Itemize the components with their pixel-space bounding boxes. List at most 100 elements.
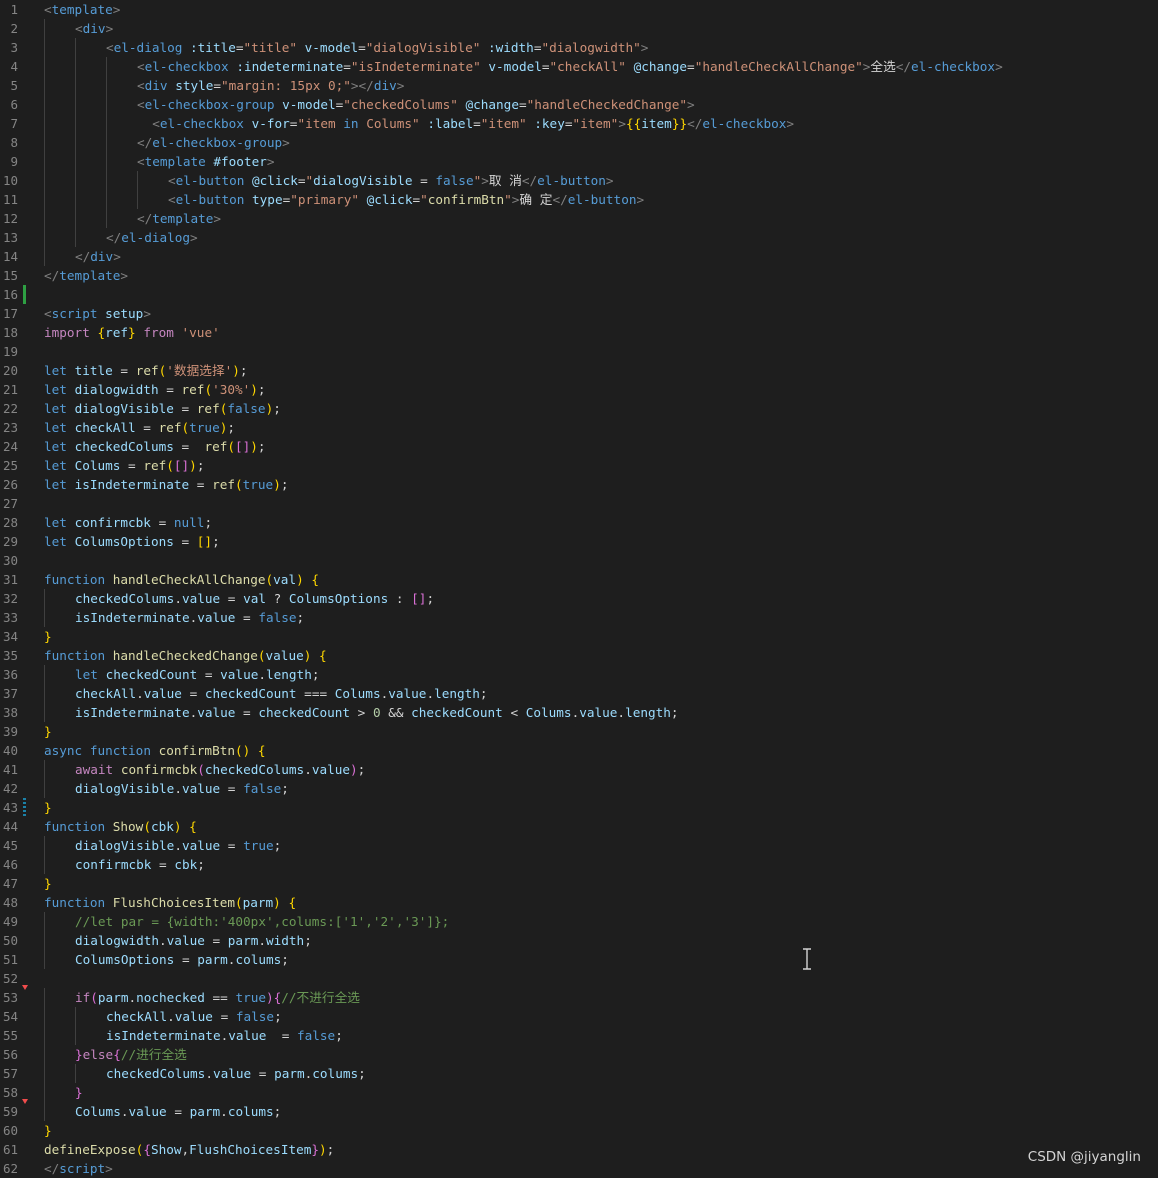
code-line[interactable]: 20 let title = ref('数据选择'); bbox=[0, 361, 1158, 380]
code-line[interactable]: 4 <el-checkbox :indeterminate="isIndeterm… bbox=[0, 57, 1158, 76]
code-line[interactable]: 16 bbox=[0, 285, 1158, 304]
code-line[interactable]: 29 let ColumsOptions = []; bbox=[0, 532, 1158, 551]
code-token: ; bbox=[296, 610, 305, 625]
code-line[interactable]: 34} bbox=[0, 627, 1158, 646]
code-line[interactable]: 39} bbox=[0, 722, 1158, 741]
code-line[interactable]: 11 <el-button type="primary" @click="conf… bbox=[0, 190, 1158, 209]
code-token: ; bbox=[304, 933, 312, 948]
code-line[interactable]: 47} bbox=[0, 874, 1158, 893]
code-token: = bbox=[220, 781, 244, 796]
code-line[interactable]: 58} bbox=[0, 1083, 1158, 1102]
code-line[interactable]: 40 async function confirmBtn() { bbox=[0, 741, 1158, 760]
code-token: Colums bbox=[525, 705, 572, 720]
code-line[interactable]: 53 if(parm.nochecked == true){//不进行全选 bbox=[0, 985, 1158, 1007]
code-line[interactable]: 30 bbox=[0, 551, 1158, 570]
code-line[interactable]: 43} bbox=[0, 798, 1158, 817]
code-line[interactable]: 46 confirmcbk = cbk; bbox=[0, 855, 1158, 874]
code-token: ref bbox=[135, 363, 159, 378]
code-line[interactable]: 57 checkedColums.value = parm.colums; bbox=[0, 1064, 1158, 1083]
code-line[interactable]: 22 let dialogVisible = ref(false); bbox=[0, 399, 1158, 418]
indent-guide bbox=[44, 665, 45, 684]
code-editor[interactable]: 1 <template> 2 <div> 3 <el-dialog :title="tit… bbox=[0, 0, 1158, 1178]
code-token: ; bbox=[273, 1104, 282, 1119]
code-line[interactable]: 8 </el-checkbox-group> bbox=[0, 133, 1158, 152]
code-line[interactable]: 54 checkAll.value = false; bbox=[0, 1007, 1158, 1026]
code-token: colums bbox=[235, 952, 282, 967]
code-token: checkedCount bbox=[411, 705, 503, 720]
code-line[interactable]: 45 dialogVisible.value = true; bbox=[0, 836, 1158, 855]
code-line[interactable]: 7 <el-checkbox v-for="item in Colums" :l… bbox=[0, 114, 1158, 133]
code-text: </el-checkbox-group> bbox=[137, 133, 290, 152]
line-number: 18 bbox=[2, 325, 18, 340]
git-modified-marker[interactable] bbox=[23, 798, 26, 817]
git-added-marker[interactable] bbox=[23, 285, 26, 304]
code-line[interactable]: 1 <template> bbox=[0, 0, 1158, 19]
code-line[interactable]: 51 ColumsOptions = parm.colums; bbox=[0, 950, 1158, 969]
code-token: script bbox=[51, 306, 98, 321]
code-line[interactable]: 3 <el-dialog :title="title" v-model="dial… bbox=[0, 38, 1158, 57]
indent-guide bbox=[75, 95, 76, 114]
code-line[interactable]: 21 let dialogwidth = ref('30%'); bbox=[0, 380, 1158, 399]
code-line[interactable]: 23 let checkAll = ref(true); bbox=[0, 418, 1158, 437]
code-line[interactable]: 26 let isIndeterminate = ref(true); bbox=[0, 475, 1158, 494]
git-deleted-marker[interactable] bbox=[22, 985, 28, 990]
code-token: = bbox=[251, 1066, 275, 1081]
code-line[interactable]: 33 isIndeterminate.value = false; bbox=[0, 608, 1158, 627]
code-line[interactable]: 24 let checkedColums = ref([]); bbox=[0, 437, 1158, 456]
code-token: v-model bbox=[282, 97, 336, 112]
code-line[interactable]: 50 dialogwidth.value = parm.width; bbox=[0, 931, 1158, 950]
indent-guide bbox=[44, 760, 45, 779]
code-token: let bbox=[75, 667, 98, 682]
code-line[interactable]: 52 bbox=[0, 969, 1158, 988]
code-line[interactable]: 2 <div> bbox=[0, 19, 1158, 38]
code-line[interactable]: 13 </el-dialog> bbox=[0, 228, 1158, 247]
code-line[interactable]: 17 <script setup> bbox=[0, 304, 1158, 323]
code-token: dialogVisible bbox=[75, 781, 175, 796]
code-line[interactable]: 38 isIndeterminate.value = checkedCount >… bbox=[0, 703, 1158, 722]
code-token: {{ bbox=[625, 116, 642, 131]
code-line[interactable]: 27 bbox=[0, 494, 1158, 513]
code-line[interactable]: 12 </template> bbox=[0, 209, 1158, 228]
code-line[interactable]: 19 bbox=[0, 342, 1158, 361]
line-number: 11 bbox=[2, 192, 18, 207]
code-line[interactable]: 35 function handleCheckedChange(value) { bbox=[0, 646, 1158, 665]
code-line[interactable]: 61 defineExpose({Show,FlushChoicesItem}); bbox=[0, 1140, 1158, 1159]
code-line[interactable]: 5 <div style="margin: 15px 0;"></div> bbox=[0, 76, 1158, 95]
code-line[interactable]: 55 isIndeterminate.value = false; bbox=[0, 1026, 1158, 1045]
code-line[interactable]: 41 await confirmcbk(checkedColums.value); bbox=[0, 760, 1158, 779]
code-text: await confirmcbk(checkedColums.value); bbox=[75, 760, 365, 779]
code-token: < bbox=[75, 21, 83, 36]
code-line[interactable]: 62 </script> bbox=[0, 1159, 1158, 1178]
code-line[interactable]: 10 <el-button @click="dialogVisible = fal… bbox=[0, 171, 1158, 190]
code-token: [] bbox=[235, 439, 251, 454]
code-token: ; bbox=[357, 762, 366, 777]
code-token: ( bbox=[204, 382, 213, 397]
code-token: . bbox=[205, 1066, 213, 1081]
code-line[interactable]: 49 //let par = {width:'400px',colums:['1'… bbox=[0, 912, 1158, 931]
code-line[interactable]: 56}else{//进行全选 bbox=[0, 1045, 1158, 1064]
code-line[interactable]: 60} bbox=[0, 1121, 1158, 1140]
git-deleted-marker[interactable] bbox=[22, 1099, 28, 1104]
code-line[interactable]: 31 function handleCheckAllChange(val) { bbox=[0, 570, 1158, 589]
code-line[interactable]: 59 Colums.value = parm.colums; bbox=[0, 1099, 1158, 1121]
code-token: Colums" bbox=[358, 116, 420, 131]
code-line[interactable]: 37 checkAll.value = checkedCount === Colu… bbox=[0, 684, 1158, 703]
code-token: . bbox=[617, 705, 626, 720]
code-line[interactable]: 28 let confirmcbk = null; bbox=[0, 513, 1158, 532]
code-line[interactable]: 6 <el-checkbox-group v-model = "checkedColu… bbox=[0, 95, 1158, 114]
code-line[interactable]: 25 let Colums = ref([]); bbox=[0, 456, 1158, 475]
code-line[interactable]: 15 </template> bbox=[0, 266, 1158, 285]
code-line[interactable]: 9 <template #footer> bbox=[0, 152, 1158, 171]
code-line[interactable]: 44 function Show(cbk) { bbox=[0, 817, 1158, 836]
line-number: 35 bbox=[2, 648, 18, 663]
code-line[interactable]: 32 checkedColums.value = val ? ColumsOpti… bbox=[0, 589, 1158, 608]
code-text: } bbox=[44, 798, 52, 817]
code-line[interactable]: 42 dialogVisible.value = false; bbox=[0, 779, 1158, 798]
code-token: = bbox=[297, 173, 306, 188]
code-token: ; bbox=[311, 667, 320, 682]
code-line[interactable]: 36 let checkedCount = value.length; bbox=[0, 665, 1158, 684]
code-line[interactable]: 18 import {ref} from 'vue' bbox=[0, 323, 1158, 342]
code-line[interactable]: 14 </div> bbox=[0, 247, 1158, 266]
code-line[interactable]: 48 function FlushChoicesItem(parm) { bbox=[0, 893, 1158, 912]
